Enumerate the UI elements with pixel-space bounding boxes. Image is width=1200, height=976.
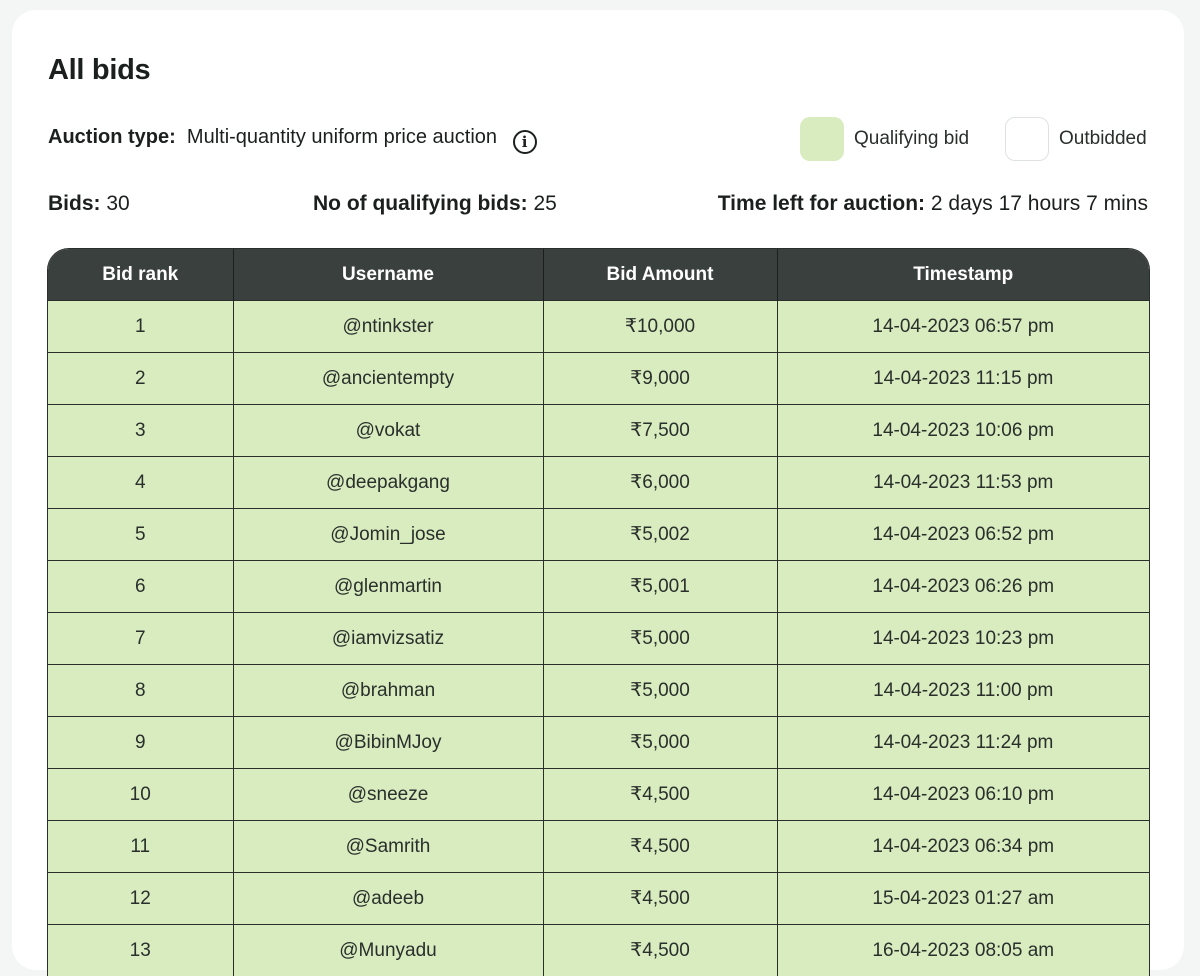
cell-username: @brahman: [233, 665, 543, 717]
cell-username: @adeeb: [233, 873, 543, 925]
bids-card: All bids Auction type: Multi-quantity un…: [12, 10, 1184, 970]
table-body: 1@ntinkster₹10,00014-04-2023 06:57 pm 2@…: [48, 301, 1149, 976]
table-row: 6@glenmartin₹5,00114-04-2023 06:26 pm: [48, 561, 1149, 613]
table-row: 3@vokat₹7,50014-04-2023 10:06 pm: [48, 405, 1149, 457]
header-timestamp[interactable]: Timestamp: [777, 249, 1149, 301]
cell-username: @ntinkster: [233, 301, 543, 353]
cell-rank: 2: [48, 353, 233, 405]
cell-username: @BibinMJoy: [233, 717, 543, 769]
header-username[interactable]: Username: [233, 249, 543, 301]
cell-rank: 12: [48, 873, 233, 925]
table-row: 5@Jomin_jose₹5,00214-04-2023 06:52 pm: [48, 509, 1149, 561]
header-bid-rank[interactable]: Bid rank: [48, 249, 233, 301]
cell-timestamp: 14-04-2023 11:15 pm: [777, 353, 1149, 405]
cell-username: @glenmartin: [233, 561, 543, 613]
cell-username: @Samrith: [233, 821, 543, 873]
auction-type-value: Multi-quantity uniform price auction: [187, 126, 497, 148]
bids-count: Bids: 30: [48, 192, 130, 216]
legend-qualifying-label: Qualifying bid: [854, 128, 969, 150]
qualifying-swatch: [800, 117, 844, 161]
cell-rank: 10: [48, 769, 233, 821]
table-row: 2@ancientempty₹9,00014-04-2023 11:15 pm: [48, 353, 1149, 405]
cell-timestamp: 16-04-2023 08:05 am: [777, 925, 1149, 976]
cell-timestamp: 14-04-2023 11:53 pm: [777, 457, 1149, 509]
cell-amount: ₹5,000: [543, 613, 777, 665]
table-row: 9@BibinMJoy₹5,00014-04-2023 11:24 pm: [48, 717, 1149, 769]
cell-rank: 8: [48, 665, 233, 717]
cell-amount: ₹5,000: [543, 717, 777, 769]
qualifying-count-value: 25: [534, 192, 557, 215]
cell-rank: 7: [48, 613, 233, 665]
legend-outbidded: Outbidded: [1005, 117, 1147, 161]
cell-timestamp: 14-04-2023 06:10 pm: [777, 769, 1149, 821]
table-row: 10@sneeze₹4,50014-04-2023 06:10 pm: [48, 769, 1149, 821]
cell-amount: ₹5,000: [543, 665, 777, 717]
cell-amount: ₹10,000: [543, 301, 777, 353]
cell-timestamp: 14-04-2023 10:06 pm: [777, 405, 1149, 457]
cell-timestamp: 14-04-2023 11:00 pm: [777, 665, 1149, 717]
cell-amount: ₹7,500: [543, 405, 777, 457]
table-row: 13@Munyadu₹4,50016-04-2023 08:05 am: [48, 925, 1149, 976]
cell-rank: 3: [48, 405, 233, 457]
cell-username: @iamvizsatiz: [233, 613, 543, 665]
cell-username: @Munyadu: [233, 925, 543, 976]
cell-rank: 13: [48, 925, 233, 976]
time-left: Time left for auction: 2 days 17 hours 7…: [718, 192, 1148, 216]
auction-type: Auction type: Multi-quantity uniform pri…: [48, 126, 537, 154]
qualifying-count-label: No of qualifying bids:: [313, 192, 528, 215]
cell-amount: ₹5,002: [543, 509, 777, 561]
cell-amount: ₹4,500: [543, 925, 777, 976]
cell-amount: ₹4,500: [543, 769, 777, 821]
cell-amount: ₹5,001: [543, 561, 777, 613]
info-icon[interactable]: i: [513, 130, 537, 154]
cell-timestamp: 15-04-2023 01:27 am: [777, 873, 1149, 925]
cell-rank: 5: [48, 509, 233, 561]
cell-timestamp: 14-04-2023 06:52 pm: [777, 509, 1149, 561]
legend-qualifying: Qualifying bid: [800, 117, 969, 161]
table-row: 12@adeeb₹4,50015-04-2023 01:27 am: [48, 873, 1149, 925]
bids-count-label: Bids:: [48, 192, 101, 215]
table-row: 7@iamvizsatiz₹5,00014-04-2023 10:23 pm: [48, 613, 1149, 665]
cell-rank: 6: [48, 561, 233, 613]
cell-amount: ₹4,500: [543, 821, 777, 873]
legend-outbidded-label: Outbidded: [1059, 128, 1147, 150]
time-left-label: Time left for auction:: [718, 192, 925, 215]
cell-amount: ₹9,000: [543, 353, 777, 405]
cell-rank: 1: [48, 301, 233, 353]
page-title: All bids: [48, 54, 150, 87]
table-row: 11@Samrith₹4,50014-04-2023 06:34 pm: [48, 821, 1149, 873]
table-row: 4@deepakgang₹6,00014-04-2023 11:53 pm: [48, 457, 1149, 509]
cell-timestamp: 14-04-2023 06:57 pm: [777, 301, 1149, 353]
table-row: 8@brahman₹5,00014-04-2023 11:00 pm: [48, 665, 1149, 717]
cell-rank: 11: [48, 821, 233, 873]
cell-username: @ancientempty: [233, 353, 543, 405]
qualifying-count: No of qualifying bids: 25: [313, 192, 557, 216]
table-row: 1@ntinkster₹10,00014-04-2023 06:57 pm: [48, 301, 1149, 353]
table-header-row: Bid rank Username Bid Amount Timestamp: [48, 249, 1149, 301]
cell-username: @sneeze: [233, 769, 543, 821]
cell-timestamp: 14-04-2023 11:24 pm: [777, 717, 1149, 769]
cell-timestamp: 14-04-2023 06:26 pm: [777, 561, 1149, 613]
cell-username: @Jomin_jose: [233, 509, 543, 561]
cell-amount: ₹4,500: [543, 873, 777, 925]
cell-rank: 9: [48, 717, 233, 769]
time-left-value: 2 days 17 hours 7 mins: [931, 192, 1148, 215]
header-bid-amount[interactable]: Bid Amount: [543, 249, 777, 301]
cell-timestamp: 14-04-2023 10:23 pm: [777, 613, 1149, 665]
outbidded-swatch: [1005, 117, 1049, 161]
auction-type-label: Auction type:: [48, 126, 176, 148]
cell-rank: 4: [48, 457, 233, 509]
bids-count-value: 30: [106, 192, 129, 215]
bids-table: Bid rank Username Bid Amount Timestamp 1…: [47, 248, 1150, 976]
cell-amount: ₹6,000: [543, 457, 777, 509]
cell-username: @deepakgang: [233, 457, 543, 509]
cell-username: @vokat: [233, 405, 543, 457]
cell-timestamp: 14-04-2023 06:34 pm: [777, 821, 1149, 873]
